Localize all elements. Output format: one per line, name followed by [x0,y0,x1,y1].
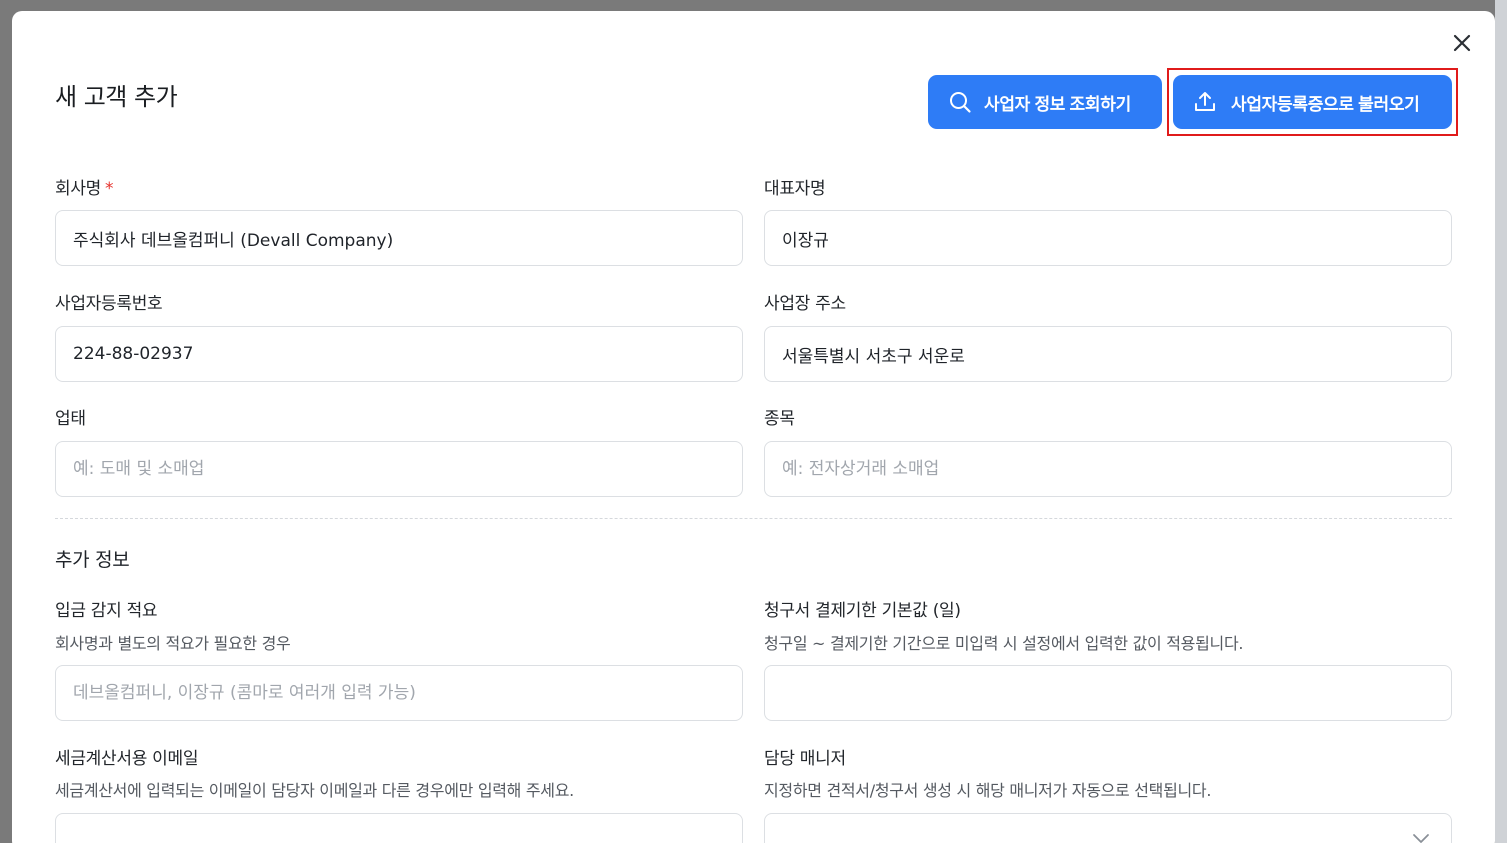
business-number-label: 사업자등록번호 [55,294,163,314]
deposit-memo-description: 회사명과 별도의 적요가 필요한 경우 [55,634,291,653]
deposit-memo-input[interactable] [55,665,743,721]
manager-select[interactable] [764,813,1452,843]
business-number-input[interactable] [55,326,743,382]
background-page [1495,0,1507,843]
business-item-label: 종목 [764,409,795,429]
chevron-down-icon[interactable] [1412,833,1430,843]
new-customer-modal: 새 고객 추가 사업자 정보 조회하기 사업자등록증으로 불러오기 회사명* 대… [12,11,1495,843]
ceo-name-label: 대표자명 [764,179,826,199]
tax-email-input[interactable] [55,813,743,843]
highlight-box [1167,68,1458,136]
tax-email-label: 세금계산서용 이메일 [55,749,199,769]
manager-description: 지정하면 견적서/청구서 생성 시 해당 매니저가 자동으로 선택됩니다. [764,781,1212,800]
payment-due-input[interactable] [764,665,1452,721]
business-type-label: 업태 [55,409,86,429]
company-name-input[interactable] [55,210,743,266]
business-lookup-label: 사업자 정보 조회하기 [984,94,1131,114]
company-name-label-text: 회사명 [55,179,102,199]
tax-email-description: 세금계산서에 입력되는 이메일이 담당자 이메일과 다른 경우에만 입력해 주세… [55,781,574,800]
modal-title: 새 고객 추가 [55,83,178,111]
business-item-input[interactable] [764,441,1452,497]
close-icon[interactable] [1450,31,1474,55]
payment-due-label: 청구서 결제기한 기본값 (일) [764,601,961,621]
ceo-name-input[interactable] [764,210,1452,266]
additional-info-title: 추가 정보 [55,549,130,571]
deposit-memo-label: 입금 감지 적요 [55,601,158,621]
business-type-input[interactable] [55,441,743,497]
company-name-label: 회사명 * [55,174,114,199]
payment-due-description: 청구일 ~ 결제기한 기간으로 미입력 시 설정에서 입력한 값이 적용됩니다. [764,634,1244,653]
address-input[interactable] [764,326,1452,382]
business-lookup-button[interactable]: 사업자 정보 조회하기 [928,75,1162,129]
required-mark: * [105,179,114,199]
address-label: 사업장 주소 [764,294,846,314]
manager-label: 담당 매니저 [764,749,846,769]
section-divider [55,518,1452,519]
search-icon [950,92,971,113]
